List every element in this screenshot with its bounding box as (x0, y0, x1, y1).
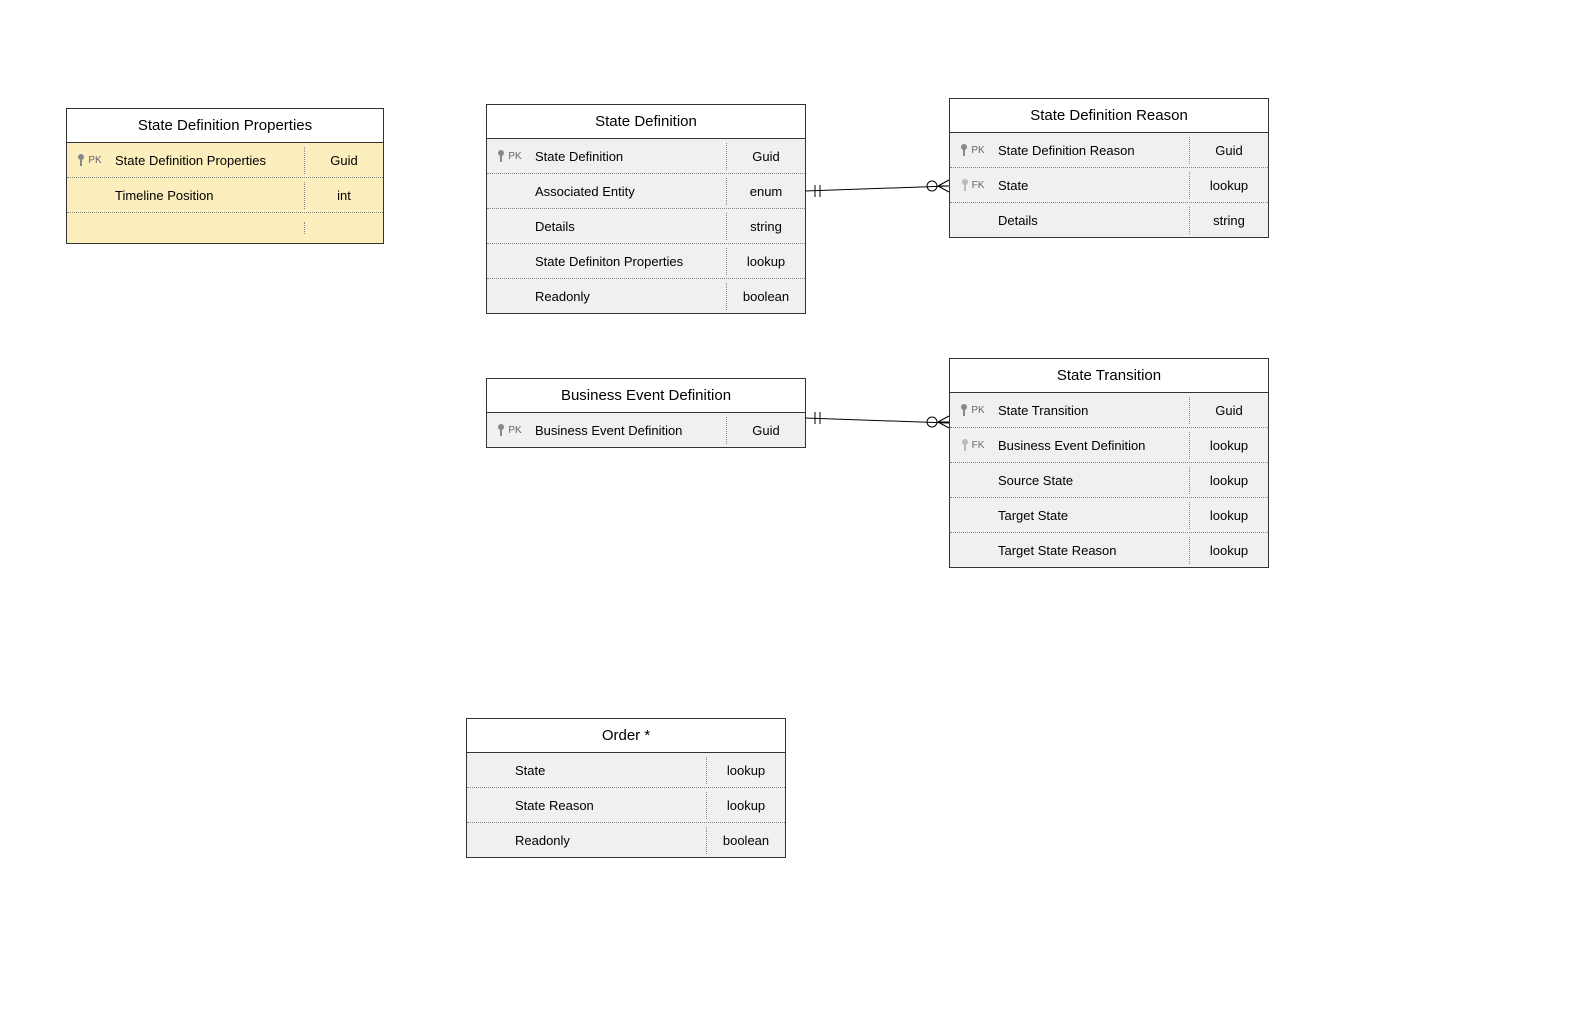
field-type: string (1189, 207, 1268, 234)
field-name: State Transition (994, 397, 1189, 424)
entity-row: Target State Reason lookup (950, 533, 1268, 567)
field-name: Details (994, 207, 1189, 234)
key-icon (76, 153, 86, 167)
field-type: string (726, 213, 805, 240)
field-name: Timeline Position (111, 182, 304, 209)
key-column: PK (487, 149, 531, 163)
field-name: Details (531, 213, 726, 240)
entity-order: Order * State lookup State Reason lookup… (466, 718, 786, 858)
field-type: Guid (726, 143, 805, 170)
entity-state-definition-properties: State Definition Properties PK State Def… (66, 108, 384, 244)
field-name: Associated Entity (531, 178, 726, 205)
field-type: lookup (1189, 537, 1268, 564)
entity-title: State Definition (487, 105, 805, 139)
entity-state-definition-reason: State Definition Reason PK State Definit… (949, 98, 1269, 238)
connector-statedef-to-reason (805, 180, 949, 197)
entity-business-event-definition: Business Event Definition PK Business Ev… (486, 378, 806, 448)
entity-row: PK State Definition Properties Guid (67, 143, 383, 178)
entity-title: Business Event Definition (487, 379, 805, 413)
key-column: PK (950, 143, 994, 157)
field-name: State Definition (531, 143, 726, 170)
entity-row: Associated Entity enum (487, 174, 805, 209)
field-type: Guid (1189, 137, 1268, 164)
field-name: Source State (994, 467, 1189, 494)
key-icon (496, 423, 506, 437)
field-name: Target State Reason (994, 537, 1189, 564)
entity-title: State Transition (950, 359, 1268, 393)
field-type: int (304, 182, 383, 209)
field-type: lookup (706, 792, 785, 819)
key-label: PK (971, 145, 984, 156)
field-type: lookup (1189, 432, 1268, 459)
entity-row: State Reason lookup (467, 788, 785, 823)
entity-title: State Definition Properties (67, 109, 383, 143)
key-icon (959, 403, 969, 417)
entity-row: FK State lookup (950, 168, 1268, 203)
field-type: lookup (1189, 172, 1268, 199)
entity-row: PK State Definition Guid (487, 139, 805, 174)
field-type: boolean (706, 827, 785, 854)
field-name: State Definition Properties (111, 147, 304, 174)
field-name: Business Event Definition (994, 432, 1189, 459)
field-type: lookup (1189, 467, 1268, 494)
field-name: Readonly (531, 283, 726, 310)
connector-bizevent-to-transition (805, 412, 949, 428)
field-type: boolean (726, 283, 805, 310)
entity-state-definition: State Definition PK State Definition Gui… (486, 104, 806, 314)
key-label: FK (972, 440, 985, 451)
entity-title: Order * (467, 719, 785, 753)
key-column: PK (487, 423, 531, 437)
entity-title: State Definition Reason (950, 99, 1268, 133)
entity-row: State Definiton Properties lookup (487, 244, 805, 279)
key-label: PK (508, 425, 521, 436)
field-type: lookup (706, 757, 785, 784)
entity-row: PK Business Event Definition Guid (487, 413, 805, 447)
key-label: PK (508, 151, 521, 162)
entity-row: Timeline Position int (67, 178, 383, 213)
entity-row: Details string (487, 209, 805, 244)
field-name: Business Event Definition (531, 417, 726, 444)
key-icon (960, 178, 970, 192)
entity-row: Readonly boolean (487, 279, 805, 313)
key-column: FK (950, 178, 994, 192)
key-label: PK (971, 405, 984, 416)
field-name: State Definition Reason (994, 137, 1189, 164)
field-type: Guid (304, 147, 383, 174)
entity-row: State lookup (467, 753, 785, 788)
field-name: Readonly (511, 827, 706, 854)
key-label: FK (972, 180, 985, 191)
field-name: State Definiton Properties (531, 248, 726, 275)
field-name: State (994, 172, 1189, 199)
entity-state-transition: State Transition PK State Transition Gui… (949, 358, 1269, 568)
field-name: State (511, 757, 706, 784)
entity-row: Source State lookup (950, 463, 1268, 498)
key-column: FK (950, 438, 994, 452)
entity-row: FK Business Event Definition lookup (950, 428, 1268, 463)
key-icon (959, 143, 969, 157)
field-type: Guid (726, 417, 805, 444)
field-type: Guid (1189, 397, 1268, 424)
entity-row: Target State lookup (950, 498, 1268, 533)
entity-row: Details string (950, 203, 1268, 237)
key-column: PK (67, 153, 111, 167)
field-type: lookup (1189, 502, 1268, 529)
entity-row: PK State Transition Guid (950, 393, 1268, 428)
field-name: Target State (994, 502, 1189, 529)
field-name: State Reason (511, 792, 706, 819)
field-type: enum (726, 178, 805, 205)
field-type: lookup (726, 248, 805, 275)
key-icon (496, 149, 506, 163)
entity-row: Readonly boolean (467, 823, 785, 857)
entity-row: PK State Definition Reason Guid (950, 133, 1268, 168)
entity-spacer-row (67, 213, 383, 243)
key-column: PK (950, 403, 994, 417)
key-icon (960, 438, 970, 452)
key-label: PK (88, 155, 101, 166)
